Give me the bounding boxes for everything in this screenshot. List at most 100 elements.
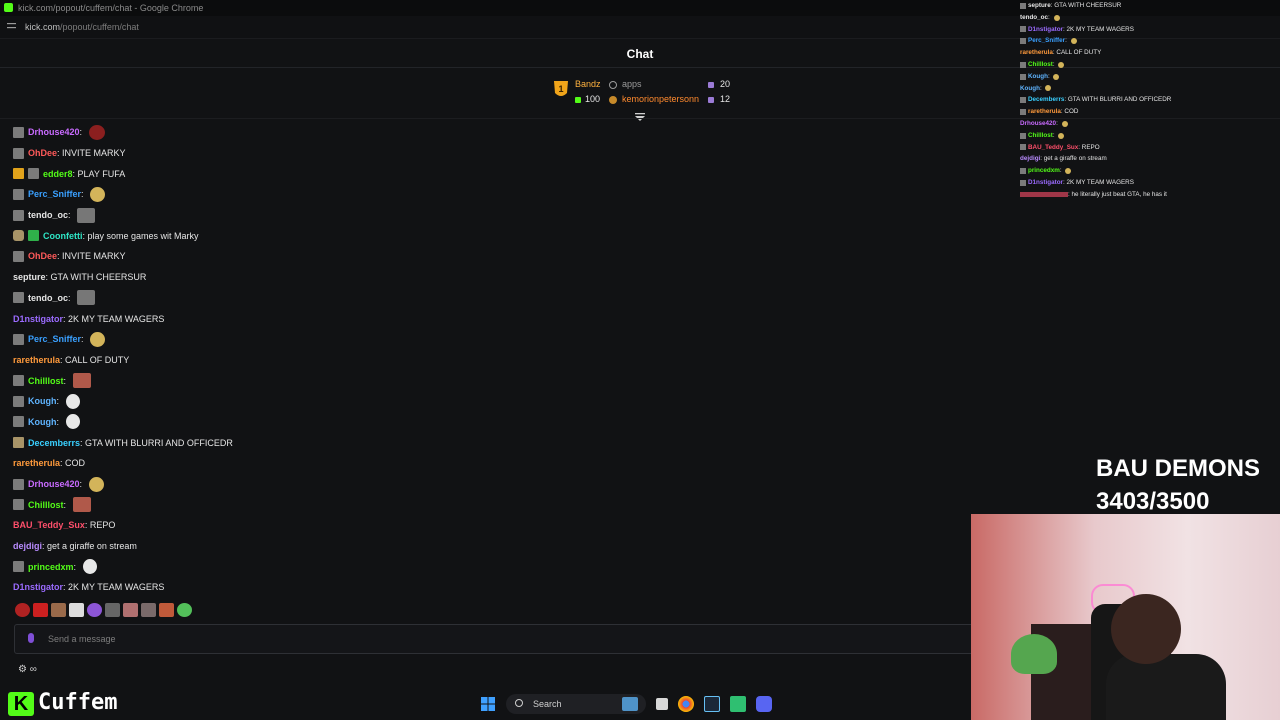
chat-input[interactable]: Send a message <box>14 624 976 654</box>
chat-username[interactable]: raretherula <box>13 355 60 365</box>
chat-username[interactable]: Chilllost <box>28 376 64 386</box>
chat-message: Drhouse420: <box>13 122 913 143</box>
leaderboard-name[interactable]: apps <box>622 79 642 89</box>
emote-icon[interactable] <box>33 603 48 617</box>
chat-username[interactable]: Drhouse420 <box>28 127 80 137</box>
overlay-username: Kough <box>1028 72 1048 80</box>
chat-emote-icon[interactable] <box>82 559 97 575</box>
chat-username[interactable]: Kough <box>28 417 57 427</box>
user-badge-icon <box>13 416 24 428</box>
emote-icon[interactable] <box>105 603 120 617</box>
leaderboard-name[interactable]: Bandz <box>575 79 601 89</box>
chat-username[interactable]: septure <box>13 272 46 282</box>
microphone-icon[interactable] <box>28 633 34 643</box>
search-icon <box>515 699 523 707</box>
chat-emote-icon[interactable] <box>90 186 106 202</box>
chat-username[interactable]: D1nstigator <box>13 314 63 324</box>
chat-message-text: INVITE MARKY <box>62 148 126 159</box>
chat-emote-icon[interactable] <box>88 124 105 140</box>
chat-message-text: GTA WITH CHEERSUR <box>50 272 147 283</box>
chat-username[interactable]: edder8 <box>43 169 73 179</box>
chat-message: Drhouse420: <box>13 474 913 495</box>
chat-username[interactable]: D1nstigator <box>13 582 63 592</box>
overlay-username: Drhouse420 <box>1020 119 1057 127</box>
user-badge-icon <box>1020 179 1026 186</box>
chat-username[interactable]: princedxm <box>28 562 74 572</box>
recent-emotes-bar[interactable] <box>15 603 192 617</box>
overlay-emote-icon <box>1053 14 1060 21</box>
overlay-emote-icon <box>1070 38 1077 45</box>
leaderboard-col-2: apps kemorionpetersonn <box>609 77 699 107</box>
overlay-chat-message: septure: GTA WITH CHEERSUR <box>1020 0 1280 12</box>
leaderboard-name[interactable]: kemorionpetersonn <box>622 94 699 104</box>
overlay-chat-message: raretherula: CALL OF DUTY <box>1020 47 1280 59</box>
chat-message: Kough: <box>13 412 913 433</box>
chat-emote-icon[interactable] <box>88 476 104 492</box>
emote-icon[interactable] <box>15 603 30 617</box>
chat-username[interactable]: tendo_oc <box>28 293 68 303</box>
chat-message: Chilllost: <box>13 370 913 391</box>
chat-emote-icon[interactable] <box>90 331 106 347</box>
taskbar-search-label: Search <box>533 699 562 709</box>
chat-username[interactable]: raretherula <box>13 458 60 468</box>
windows-start-icon[interactable] <box>480 696 496 712</box>
chrome-icon[interactable] <box>678 696 694 712</box>
overlay-chat-message: Drhouse420: <box>1020 118 1280 130</box>
emote-icon[interactable] <box>69 603 84 617</box>
user-badge-icon <box>1020 38 1026 45</box>
emote-icon[interactable] <box>159 603 174 617</box>
separator: : <box>79 479 85 490</box>
chat-message-text: play some games wit Marky <box>87 230 199 241</box>
site-settings-icon[interactable] <box>7 22 16 30</box>
chat-username[interactable]: Kough <box>28 396 57 406</box>
overlay-username: Chilllost <box>1028 60 1053 68</box>
chat-message: raretherula: COD <box>13 453 913 474</box>
overlay-message-text: COD <box>1064 108 1079 116</box>
user-badge-icon <box>13 561 24 573</box>
chat-emote-icon[interactable] <box>72 497 91 513</box>
emote-icon[interactable] <box>123 603 138 617</box>
separator: : <box>63 499 69 510</box>
chat-username[interactable]: OhDee <box>28 251 57 261</box>
chat-emote-icon[interactable] <box>65 393 80 409</box>
chat-emote-icon[interactable] <box>72 373 91 389</box>
separator: : <box>81 189 87 200</box>
overlay-chat-message: raretherula: COD <box>1020 106 1280 118</box>
subscriber-badge-icon <box>28 230 39 242</box>
separator: : <box>1065 37 1069 45</box>
chat-username[interactable]: dejdigi <box>13 541 42 551</box>
user-badge-icon <box>13 126 24 138</box>
chat-username[interactable]: Chilllost <box>28 500 64 510</box>
url-text[interactable]: kick.com/popout/cuffem/chat <box>25 22 139 32</box>
discord-icon[interactable] <box>756 696 772 712</box>
chat-username[interactable]: BAU_Teddy_Sux <box>13 520 85 530</box>
steam-icon[interactable] <box>704 696 720 712</box>
chat-username[interactable]: Drhouse420 <box>28 479 80 489</box>
chat-emote-icon[interactable] <box>77 207 96 223</box>
chat-message-list[interactable]: Drhouse420: OhDee: INVITE MARKY edder8: P… <box>13 122 913 598</box>
taskbar-search[interactable]: Search <box>506 694 646 714</box>
leaderboard-col-1: Bandz 100 <box>575 77 601 107</box>
chat-username[interactable]: Decemberrs <box>28 438 80 448</box>
chat-emote-icon[interactable] <box>77 290 96 306</box>
chat-username[interactable]: Perc_Sniffer <box>28 189 81 199</box>
emote-icon[interactable] <box>141 603 156 617</box>
chat-emote-icon[interactable] <box>65 414 80 430</box>
user-badge-icon <box>13 437 24 449</box>
infinity-icon[interactable]: ∞ <box>30 664 37 675</box>
chat-username[interactable]: Coonfetti <box>43 231 83 241</box>
app-icon[interactable] <box>730 696 746 712</box>
task-view-icon[interactable] <box>656 698 668 710</box>
chat-username[interactable]: Perc_Sniffer <box>28 334 81 344</box>
chat-bottom-controls[interactable]: ⚙ ∞ <box>18 664 37 675</box>
windows-taskbar: Search <box>480 692 772 716</box>
expand-leaderboard-icon[interactable] <box>634 112 646 122</box>
settings-icon[interactable]: ⚙ <box>18 664 27 675</box>
emote-icon[interactable] <box>87 603 102 617</box>
chat-username[interactable]: OhDee <box>28 148 57 158</box>
emote-icon[interactable] <box>51 603 66 617</box>
chat-username[interactable]: tendo_oc <box>28 210 68 220</box>
user-badge-icon <box>1020 144 1026 151</box>
emote-icon[interactable] <box>177 603 192 617</box>
overlay-message-text: 2K MY TEAM WAGERS <box>1066 178 1134 186</box>
